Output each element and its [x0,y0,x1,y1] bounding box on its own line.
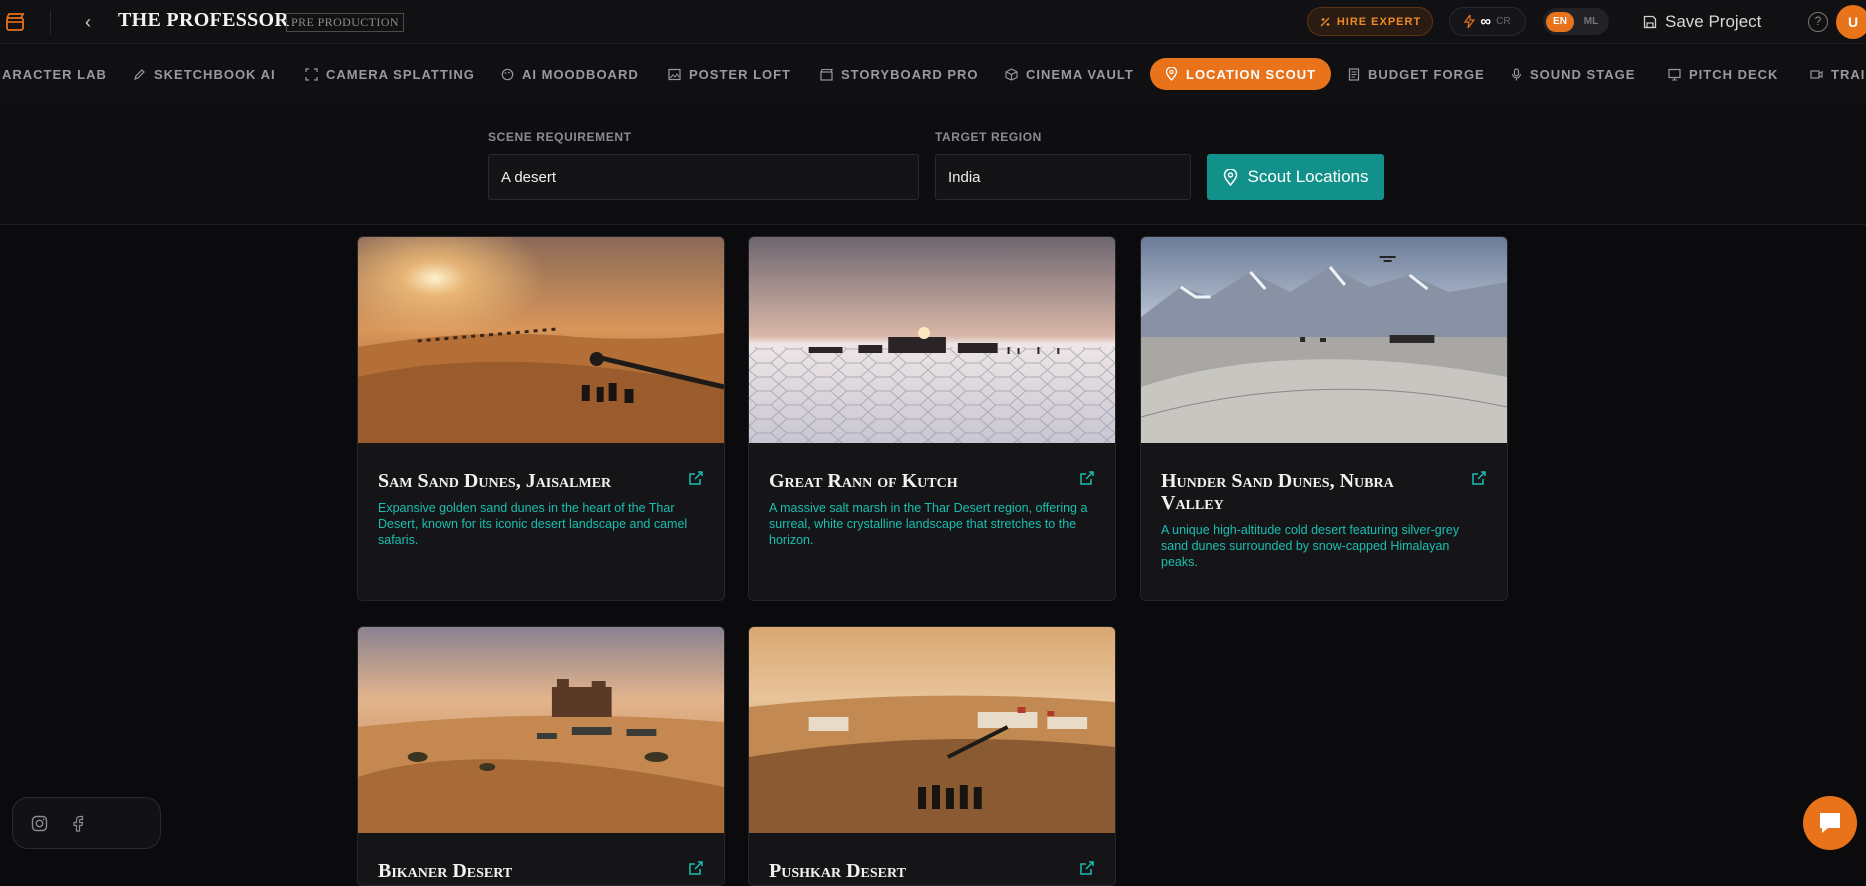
scout-locations-button[interactable]: Scout Locations [1207,154,1384,200]
location-photo [749,627,1115,833]
save-icon [1643,15,1657,29]
card-body: Great Rann of Kutch A massive salt marsh… [749,448,1115,566]
back-arrow-icon[interactable]: ‹ [76,10,100,34]
tab-ai-moodboard[interactable]: AI MOODBOARD [501,58,639,90]
map-pin-icon [1223,168,1237,186]
card-body: Bikaner Desert [358,838,724,885]
tab-storyboard-pro[interactable]: STORYBOARD PRO [820,58,979,90]
map-pin-icon [1165,67,1178,81]
scene-requirement-input[interactable]: A desert [488,154,919,200]
tab-label: BUDGET FORGE [1368,66,1485,82]
user-avatar[interactable]: U [1836,5,1866,39]
tab-label: PITCH DECK [1689,66,1779,82]
scout-locations-label: Scout Locations [1247,167,1369,186]
tab-trailer[interactable]: TRAI [1810,58,1865,90]
bolt-icon [1464,15,1476,28]
help-icon[interactable]: ? [1808,12,1828,32]
location-card[interactable]: Hunder Sand Dunes, Nubra Valley A unique… [1140,236,1508,601]
credits-unit: CR [1496,16,1511,27]
mic-icon [1511,67,1522,80]
card-body: Sam Sand Dunes, Jaisalmer Expansive gold… [358,448,724,566]
location-name: Great Rann of Kutch [769,470,958,492]
tab-location-scout[interactable]: LOCATION SCOUT [1150,58,1332,90]
save-project-button[interactable]: Save Project [1643,10,1761,34]
location-card[interactable]: Sam Sand Dunes, Jaisalmer Expansive gold… [357,236,725,601]
project-title: THE PROFESSOR [118,9,290,31]
clapboard-icon [820,68,833,81]
tab-label: AI MOODBOARD [522,66,639,82]
location-description: Expansive golden sand dunes in the heart… [378,501,688,547]
pencil-icon [134,68,145,80]
tab-budget-forge[interactable]: BUDGET FORGE [1348,58,1485,90]
external-link-icon[interactable] [1471,470,1487,486]
clapperboard-logo-icon[interactable] [5,12,25,32]
tab-label: CAMERA SPLATTING [326,66,475,82]
save-project-label: Save Project [1665,12,1762,31]
tab-label: TRAI [1831,66,1866,82]
target-region-input[interactable]: India [935,154,1191,200]
card-body: Hunder Sand Dunes, Nubra Valley A unique… [1141,448,1507,588]
location-name: Hunder Sand Dunes, Nubra Valley [1161,470,1394,514]
receipt-icon [1348,67,1360,81]
scan-icon [305,67,318,81]
tab-cinema-vault[interactable]: CINEMA VAULT [1005,58,1134,90]
facebook-icon[interactable] [72,815,84,832]
tab-character-lab[interactable]: ARACTER LAB [2,58,107,90]
module-tabs: ARACTER LAB SKETCHBOOK AI CAMERA SPLATTI… [0,44,1866,104]
stage-badge: PRE PRODUCTION [286,13,404,32]
tab-poster-loft[interactable]: POSTER LOFT [668,58,791,90]
location-name: Sam Sand Dunes, Jaisalmer [378,470,612,492]
location-name: Pushkar Desert [769,860,906,882]
tab-label: SKETCHBOOK AI [154,66,276,82]
tab-label: CINEMA VAULT [1026,66,1134,82]
hire-expert-label: HIRE EXPERT [1336,15,1422,28]
sparkle-icon [1320,17,1330,26]
palette-icon [501,68,514,80]
top-bar: ‹ THE PROFESSOR PRE PRODUCTION HIRE EXPE… [0,0,1866,44]
location-photo [1141,237,1507,443]
tab-sound-stage[interactable]: SOUND STAGE [1511,58,1635,90]
tab-label: POSTER LOFT [689,66,791,82]
target-region-label: TARGET REGION [935,130,1042,144]
location-card[interactable]: Great Rann of Kutch A massive salt marsh… [748,236,1116,601]
external-link-icon[interactable] [688,470,704,486]
location-card[interactable]: Bikaner Desert [357,626,725,886]
external-link-icon[interactable] [1079,860,1095,876]
video-icon [1810,69,1823,79]
scene-requirement-label: SCENE REQUIREMENT [488,130,632,144]
tab-label: SOUND STAGE [1530,66,1636,82]
lang-en-option[interactable]: EN [1546,11,1574,32]
instagram-icon[interactable] [31,815,48,832]
tab-camera-splatting[interactable]: CAMERA SPLATTING [305,58,475,90]
language-toggle[interactable]: EN ML [1543,8,1609,35]
external-link-icon[interactable] [688,860,704,876]
tab-label: LOCATION SCOUT [1186,66,1317,82]
credits-indicator[interactable]: ∞ CR [1449,7,1526,36]
social-links [12,797,161,849]
image-icon [668,68,681,80]
location-photo [749,237,1115,443]
location-card[interactable]: Pushkar Desert [748,626,1116,886]
external-link-icon[interactable] [1079,470,1095,486]
chat-button[interactable] [1803,796,1857,850]
divider [50,10,51,34]
tab-label: ARACTER LAB [2,66,107,82]
location-name: Bikaner Desert [378,860,513,882]
location-description: A massive salt marsh in the Thar Desert … [769,501,1088,547]
card-body: Pushkar Desert [749,838,1115,885]
location-photo [358,627,724,833]
scout-search-panel: SCENE REQUIREMENT A desert TARGET REGION… [0,104,1866,225]
tab-label: STORYBOARD PRO [841,66,979,82]
lang-ml-option[interactable]: ML [1578,16,1604,27]
chat-bubble-icon [1820,813,1840,833]
location-photo [358,237,724,443]
location-description: A unique high-altitude cold desert featu… [1161,523,1460,569]
box-icon [1005,67,1018,81]
hire-expert-button[interactable]: HIRE EXPERT [1307,7,1433,36]
credits-value: ∞ [1480,13,1492,30]
tab-pitch-deck[interactable]: PITCH DECK [1668,58,1778,90]
presentation-icon [1668,68,1681,81]
tab-sketchbook-ai[interactable]: SKETCHBOOK AI [133,58,276,90]
